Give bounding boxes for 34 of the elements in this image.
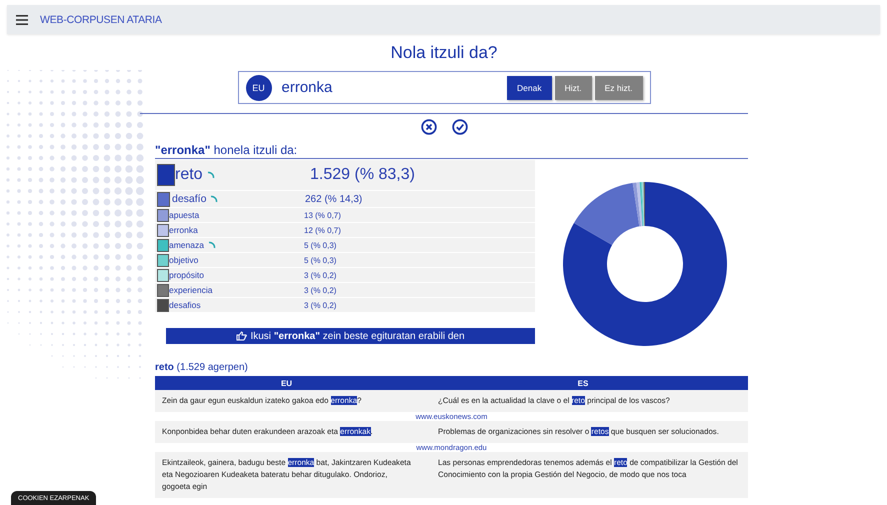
site-title-link[interactable]: WEB-CORPUSEN ATARIA: [40, 14, 162, 26]
count-text: 262 (% 14,3): [305, 194, 362, 204]
count-text: 5 (% 0,3): [304, 240, 336, 250]
search-field[interactable]: EU erronka Denak Hizt. Ez hizt.: [238, 71, 650, 104]
count-text: 3 (% 0,2): [304, 270, 336, 280]
examples-heading: reto (1.529 agerpen): [155, 362, 249, 373]
check-icon[interactable]: [452, 119, 468, 135]
count-text: 13 (% 0,7): [304, 210, 341, 220]
translation-link[interactable]: apuesta: [169, 210, 200, 220]
filter-button[interactable]: Denak: [507, 76, 552, 100]
translation-link[interactable]: erronka: [169, 225, 198, 235]
results-heading: "erronka" honela itzuli da:: [155, 143, 748, 159]
column-header: EU: [280, 378, 294, 388]
count-text: 3 (% 0,2): [304, 286, 336, 294]
filter-button[interactable]: Ez hizt.: [594, 76, 642, 100]
filter-button[interactable]: Hizt.: [554, 76, 592, 100]
translation-link[interactable]: desafío: [172, 193, 206, 205]
page-title: Nola itzuli da?: [390, 43, 498, 63]
translation-link[interactable]: reto: [175, 166, 203, 184]
count-text: 5 (% 0,3): [304, 256, 336, 264]
translation-link[interactable]: objetivo: [169, 255, 198, 265]
menu-icon[interactable]: [16, 14, 28, 24]
structures-button[interactable]: Ikusi "erronka" zein beste egituratan erabili den: [166, 328, 535, 344]
count-text: 3 (% 0,2): [304, 300, 336, 310]
translation-link[interactable]: amenaza: [169, 240, 204, 250]
count-text: 1.529 (% 83,3): [310, 166, 415, 184]
column-header: ES: [576, 378, 590, 388]
language-badge: EU: [246, 74, 272, 100]
translation-link[interactable]: desafios: [169, 300, 201, 310]
close-icon[interactable]: [420, 119, 436, 135]
translation-link[interactable]: experiencia: [169, 285, 212, 295]
count-text: 12 (% 0,7): [304, 226, 341, 234]
translation-link[interactable]: propósito: [169, 270, 204, 280]
pointing-hand-icon: [236, 331, 248, 341]
